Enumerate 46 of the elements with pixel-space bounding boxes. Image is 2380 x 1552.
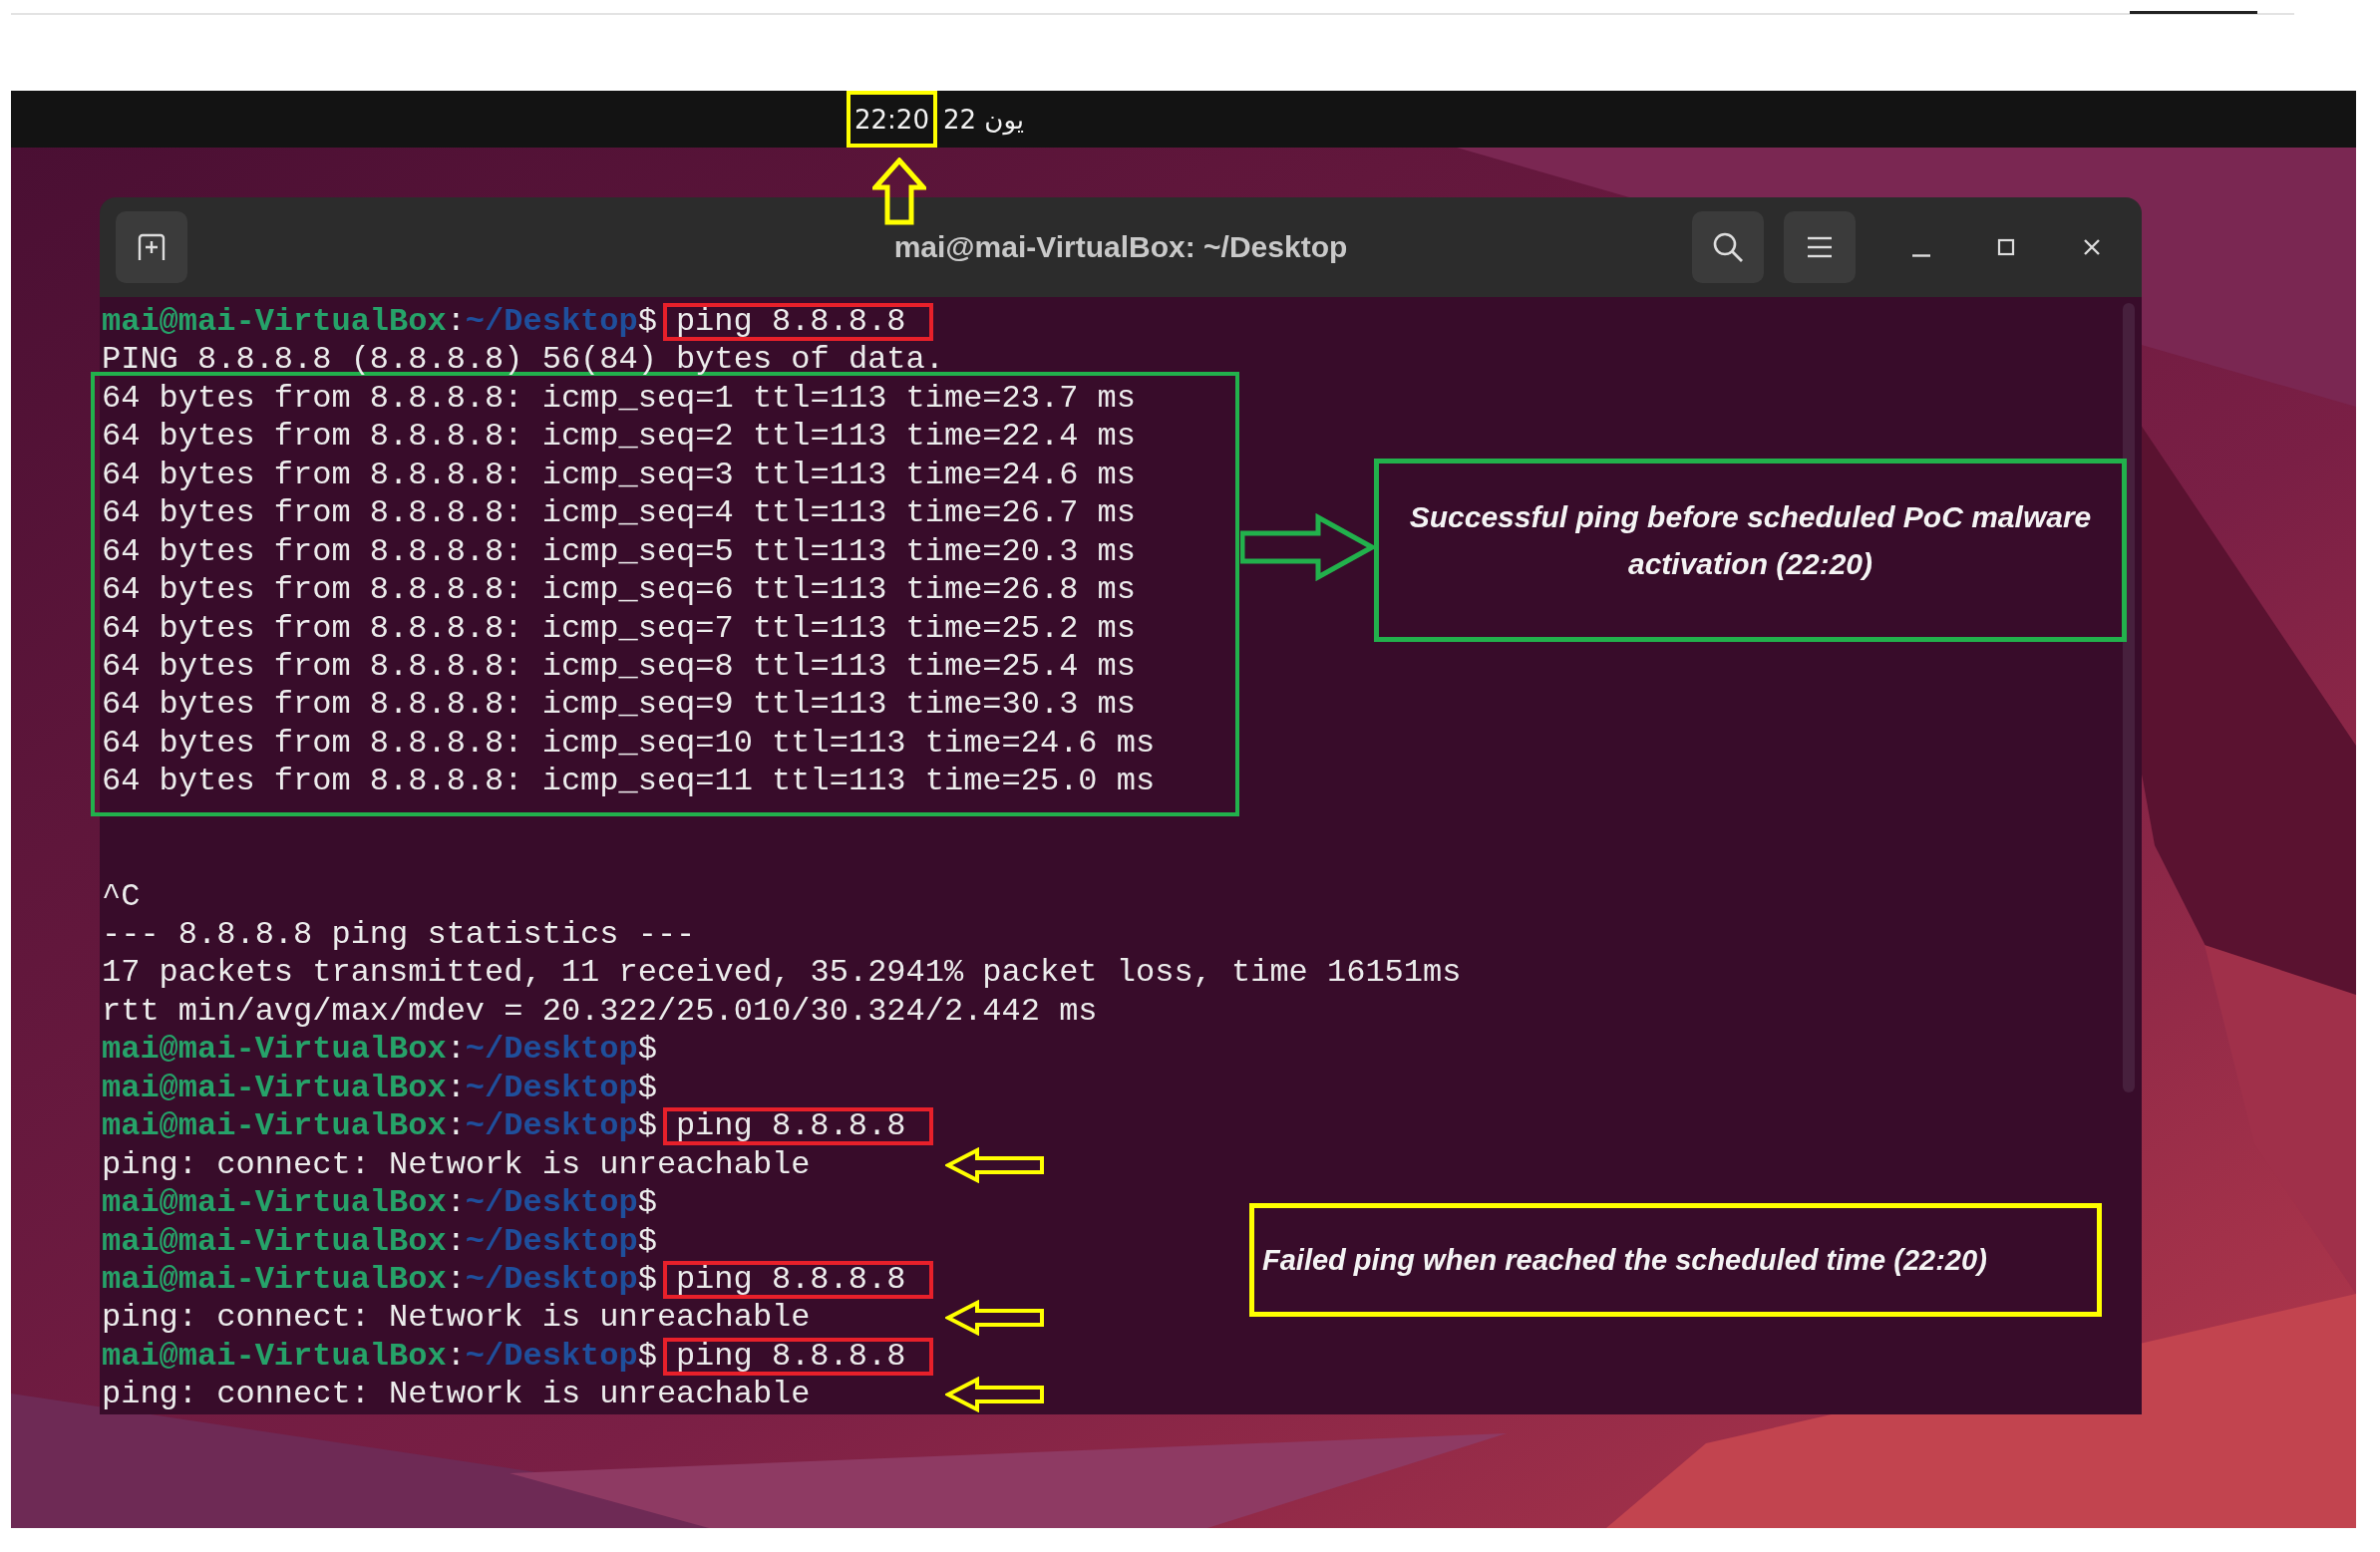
scrollbar[interactable] xyxy=(2123,303,2135,1092)
shell-prompt: mai@mai-VirtualBox:~/Desktop$ xyxy=(102,1107,657,1146)
window-title: mai@mai-VirtualBox: ~/Desktop xyxy=(893,230,1348,264)
output-text: ping: connect: Network is unreachable xyxy=(102,1376,811,1414)
shell-prompt: mai@mai-VirtualBox:~/Desktop$ xyxy=(102,1222,657,1261)
shell-prompt: mai@mai-VirtualBox:~/Desktop$ xyxy=(102,1337,657,1377)
output-text: ^C xyxy=(102,877,141,916)
new-tab-icon xyxy=(137,232,167,262)
command-text: ping 8.8.8.8 xyxy=(662,1337,934,1376)
output-text: 64 bytes from 8.8.8.8: icmp_seq=9 ttl=113 time=30.3 ms xyxy=(102,686,1136,725)
shell-prompt: mai@mai-VirtualBox:~/Desktop$ xyxy=(102,1031,657,1070)
command-text: ping 8.8.8.8 xyxy=(662,303,934,341)
output-text: 64 bytes from 8.8.8.8: icmp_seq=10 ttl=113 time=24.6 ms xyxy=(102,724,1156,764)
command-text: ping 8.8.8.8 xyxy=(662,1260,934,1299)
shell-prompt: mai@mai-VirtualBox:~/Desktop$ xyxy=(102,1069,657,1108)
callout-note: Failed ping when reached the scheduled time (22:20) xyxy=(1249,1203,2102,1317)
output-text: 64 bytes from 8.8.8.8: icmp_seq=3 ttl=113 time=24.6 ms xyxy=(102,456,1136,495)
minimize-icon xyxy=(1912,253,1930,257)
shell-prompt: mai@mai-VirtualBox:~/Desktop$ xyxy=(102,1260,657,1300)
output-text: 17 packets transmitted, 11 received, 35.2941% packet loss, time 16151ms xyxy=(102,954,1462,993)
output-text: 64 bytes from 8.8.8.8: icmp_seq=6 ttl=113 time=26.8 ms xyxy=(102,571,1136,610)
search-icon xyxy=(1712,231,1744,263)
output-text: rtt min/avg/max/mdev = 20.322/25.010/30.324/2.442 ms xyxy=(102,992,1098,1032)
output-text: PING 8.8.8.8 (8.8.8.8) 56(84) bytes of data. xyxy=(102,341,944,380)
close-icon xyxy=(2082,237,2102,257)
output-text: ping: connect: Network is unreachable xyxy=(102,1145,811,1185)
output-text: 64 bytes from 8.8.8.8: icmp_seq=5 ttl=113 time=20.3 ms xyxy=(102,532,1136,572)
command-text: ping 8.8.8.8 xyxy=(662,1107,934,1146)
output-text: 64 bytes from 8.8.8.8: icmp_seq=4 ttl=113 time=26.7 ms xyxy=(102,494,1136,533)
new-tab-button[interactable] xyxy=(116,211,187,283)
output-text: 64 bytes from 8.8.8.8: icmp_seq=7 ttl=113 time=25.2 ms xyxy=(102,609,1136,648)
output-text: 64 bytes from 8.8.8.8: icmp_seq=1 ttl=113 time=23.7 ms xyxy=(102,379,1136,419)
shell-prompt: mai@mai-VirtualBox:~/Desktop$ xyxy=(102,1184,657,1223)
search-button[interactable] xyxy=(1692,211,1764,283)
output-text: --- 8.8.8.8 ping statistics --- xyxy=(102,916,696,955)
output-text: ping: connect: Network is unreachable xyxy=(102,1299,811,1338)
maximize-icon xyxy=(1996,237,2016,257)
menu-button[interactable] xyxy=(1784,211,1856,283)
clock-date: يون 22 xyxy=(942,103,1025,138)
callout-note: Successful ping before scheduled PoC malware activation (22:20) xyxy=(1374,459,2127,642)
shell-prompt: mai@mai-VirtualBox:~/Desktop$ xyxy=(102,303,657,342)
output-text: 64 bytes from 8.8.8.8: icmp_seq=2 ttl=113 time=22.4 ms xyxy=(102,418,1136,457)
arrow-icon xyxy=(872,157,926,225)
menu-icon xyxy=(1806,235,1834,259)
output-text: 64 bytes from 8.8.8.8: icmp_seq=8 ttl=113 time=25.4 ms xyxy=(102,647,1136,687)
output-text: 64 bytes from 8.8.8.8: icmp_seq=11 ttl=113 time=25.0 ms xyxy=(102,763,1156,801)
